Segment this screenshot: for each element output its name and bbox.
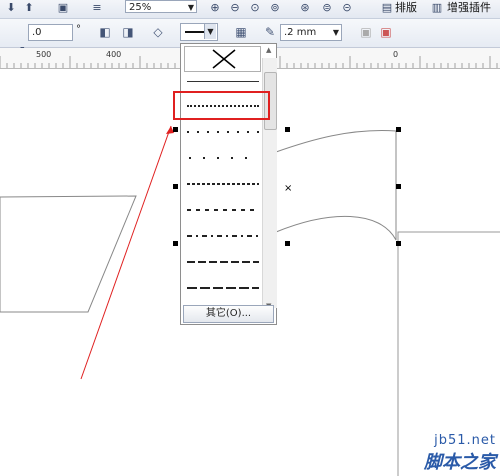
selection-handle[interactable] [173,127,178,132]
watermark-brand: 脚本之家 [424,452,496,473]
annotation-arrow [80,125,172,380]
line-option-none[interactable] [184,46,261,72]
selection-handle[interactable] [285,127,290,132]
line-option-dashed[interactable] [185,199,261,221]
solid-line-sample [187,81,259,82]
watermark: jb51.net 脚本之家 [424,433,496,474]
line-option-dotted[interactable] [185,121,261,143]
line-option-sparse-dotted[interactable] [185,147,261,169]
sparse-dotted-line-sample [189,157,259,159]
short-dash-line-sample [187,183,259,185]
dash-dot-line-sample [187,235,259,237]
flag-shape[interactable] [275,130,397,241]
close-icon [212,49,236,69]
line-option-dashed-short[interactable] [185,173,261,195]
highlight-box [173,91,270,120]
line-style-dropdown: ▲ ▼ [180,43,277,325]
selection-handle[interactable] [173,184,178,189]
other-line-style-button[interactable]: 其它(O)... [183,305,274,323]
selection-handle[interactable] [285,241,290,246]
line-option-dash-dot[interactable] [185,225,261,247]
line-option-longer-dash[interactable] [185,277,261,299]
selection-handle[interactable] [173,241,178,246]
long-dash-line-sample [187,261,259,263]
selection-handle[interactable] [396,184,401,189]
center-mark-icon[interactable]: × [284,183,292,194]
parallelogram-shape[interactable] [0,195,137,313]
dash-line-sample [187,209,259,211]
longer-dash-line-sample [187,287,259,289]
line-option-long-dash[interactable] [185,251,261,273]
selection-handle[interactable] [396,127,401,132]
line-option-solid[interactable] [185,71,261,93]
selection-handle[interactable] [396,241,401,246]
dotted-line-sample [187,131,259,133]
scroll-up-icon[interactable]: ▲ [266,46,271,54]
watermark-domain: jb51.net [434,433,496,448]
